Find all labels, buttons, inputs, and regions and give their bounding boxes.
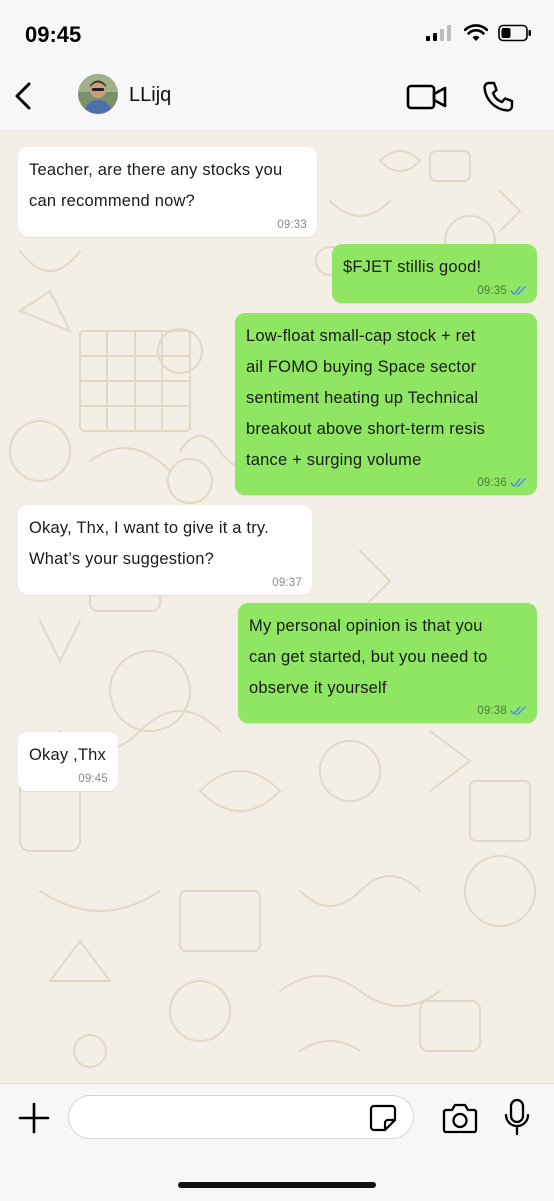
- status-icons: [426, 24, 532, 42]
- battery-icon: [498, 24, 531, 42]
- message-meta: 09:37: [272, 576, 302, 590]
- input-bar: [0, 1083, 554, 1201]
- chat-header: LLijq: [0, 64, 554, 131]
- message-meta: 09:33: [277, 218, 307, 232]
- message-text: $FJET stillis good!: [343, 258, 482, 276]
- message-text: My personal opinion is that you can get …: [249, 617, 488, 697]
- message-input[interactable]: [68, 1095, 414, 1139]
- message-bubble-incoming[interactable]: Okay ,Thx 09:45: [18, 732, 118, 791]
- contact-name[interactable]: LLijq: [129, 84, 171, 107]
- plus-icon[interactable]: [17, 1101, 51, 1135]
- sticker-icon[interactable]: [369, 1104, 397, 1132]
- message-text: Low-float small-cap stock + ret ail FOMO…: [246, 327, 486, 469]
- home-indicator[interactable]: [178, 1182, 376, 1188]
- status-bar: 09:45: [0, 0, 554, 64]
- double-check-read-icon: [510, 286, 526, 296]
- message-time: 09:35: [477, 285, 507, 297]
- message-text: Okay ,Thx: [29, 746, 106, 764]
- message-time: 09:45: [78, 773, 108, 785]
- message-text: Okay, Thx, I want to give it a try. What…: [29, 519, 269, 568]
- message-meta: 09:36: [477, 476, 527, 490]
- phone-icon[interactable]: [481, 80, 515, 114]
- double-check-read-icon: [510, 706, 526, 716]
- wifi-icon: [464, 24, 488, 41]
- message-bubble-outgoing[interactable]: $FJET stillis good! 09:35: [332, 244, 537, 303]
- message-bubble-outgoing[interactable]: Low-float small-cap stock + ret ail FOMO…: [235, 313, 537, 495]
- chat-area[interactable]: Teacher, are there any stocks you can re…: [0, 131, 554, 1083]
- microphone-icon[interactable]: [503, 1098, 531, 1136]
- message-meta: 09:45: [78, 772, 108, 786]
- camera-icon[interactable]: [442, 1102, 478, 1134]
- message-bubble-incoming[interactable]: Okay, Thx, I want to give it a try. What…: [18, 505, 312, 595]
- status-time: 09:45: [25, 22, 82, 47]
- message-bubble-incoming[interactable]: Teacher, are there any stocks you can re…: [18, 147, 317, 237]
- message-text: Teacher, are there any stocks you can re…: [29, 161, 283, 210]
- chevron-left-icon[interactable]: [10, 78, 40, 114]
- double-check-read-icon: [510, 478, 526, 488]
- message-time: 09:37: [272, 577, 302, 589]
- message-bubble-outgoing[interactable]: My personal opinion is that you can get …: [238, 603, 537, 723]
- cellular-signal-icon: [426, 25, 451, 41]
- message-meta: 09:35: [477, 284, 527, 298]
- message-time: 09:33: [277, 219, 307, 231]
- avatar[interactable]: [78, 74, 118, 114]
- message-meta: 09:38: [477, 704, 527, 718]
- video-camera-icon[interactable]: [406, 82, 448, 112]
- message-time: 09:38: [477, 705, 507, 717]
- message-time: 09:36: [477, 477, 507, 489]
